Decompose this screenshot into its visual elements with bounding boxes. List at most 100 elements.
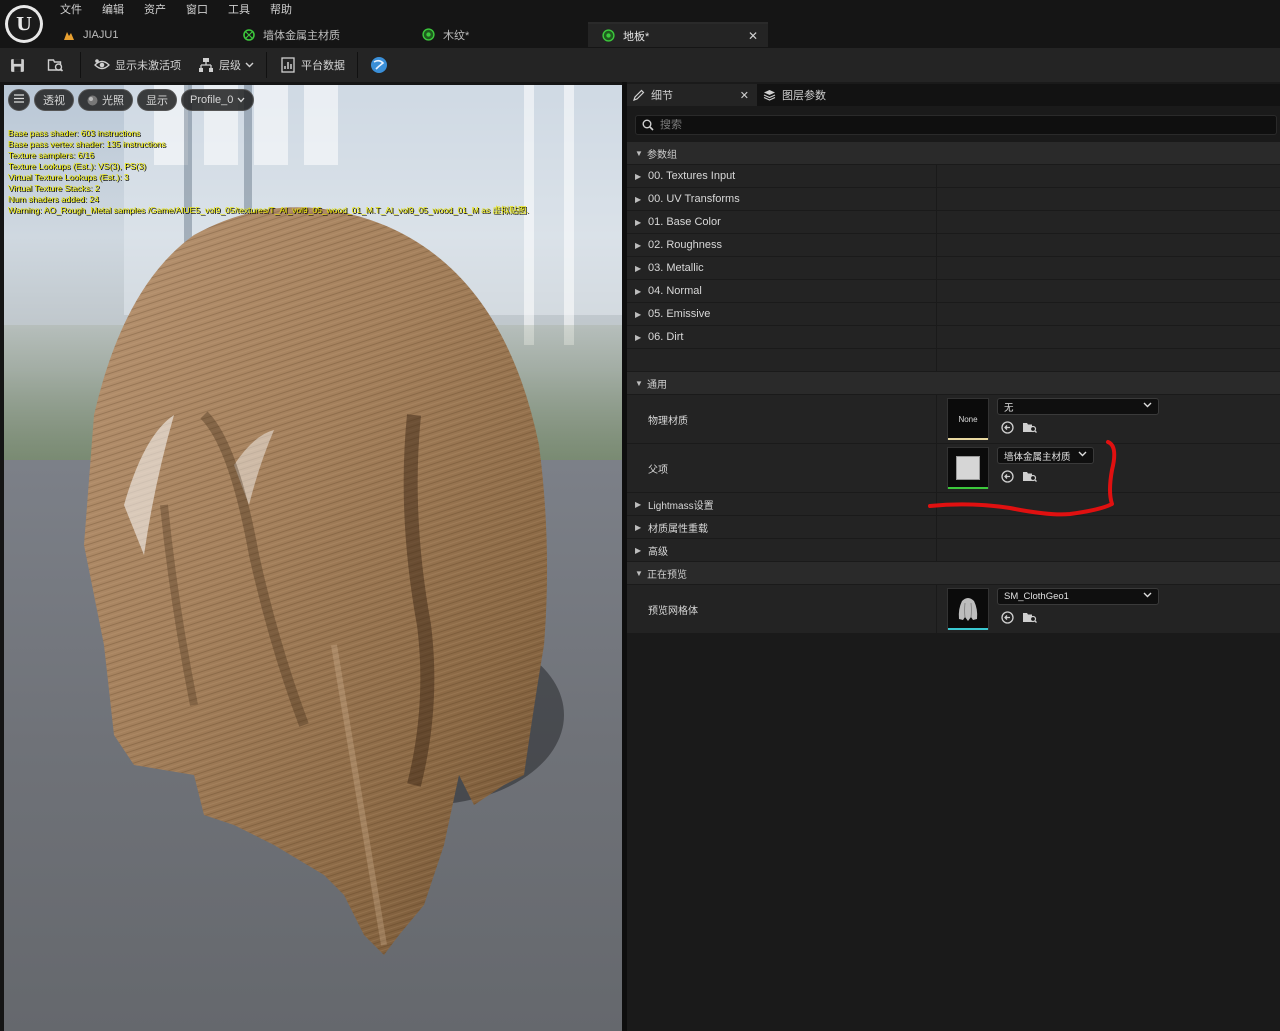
eye-icon: [93, 56, 111, 74]
parent-material-combo[interactable]: 墙体金属主材质: [997, 447, 1094, 464]
browse-asset-icon[interactable]: [1021, 468, 1037, 484]
menu-tools[interactable]: 工具: [218, 2, 260, 18]
param-group-label: 01. Base Color: [648, 216, 721, 228]
menu-asset[interactable]: 资产: [134, 2, 176, 18]
hierarchy-button[interactable]: 层级: [189, 51, 262, 79]
category-previewing[interactable]: ▼ 正在预览: [627, 562, 1280, 585]
category-parameter-groups[interactable]: ▼ 参数组: [627, 142, 1280, 165]
show-flags-button[interactable]: 显示: [137, 89, 177, 111]
menu-edit[interactable]: 编辑: [92, 2, 134, 18]
chevron-down-icon: [1143, 400, 1152, 411]
override-label: 材质属性重载: [648, 523, 708, 535]
physical-material-combo[interactable]: 无: [997, 398, 1159, 415]
unreal-logo-icon[interactable]: U: [5, 5, 43, 43]
collapsed-arrow-icon: ▶: [635, 171, 642, 181]
collapsed-arrow-icon: ▶: [635, 194, 642, 204]
tab-details[interactable]: 细节 ✕: [627, 84, 757, 106]
hamburger-icon: [14, 94, 24, 106]
physical-material-label: 物理材质: [648, 415, 688, 427]
stats-line: Texture Lookups (Est.): VS(3), PS(3): [8, 161, 146, 171]
stats-line: Base pass vertex shader: 135 instruction…: [8, 139, 166, 149]
browse-asset-icon[interactable]: [1021, 609, 1037, 625]
browse-button[interactable]: [38, 51, 76, 79]
tab-jiaju1[interactable]: JIAJU1: [48, 22, 228, 47]
tab-floor[interactable]: 地板* ✕: [588, 22, 768, 47]
use-selected-icon[interactable]: [999, 419, 1015, 435]
toolbar: 显示未激活项 层级 平台数据: [0, 48, 1280, 82]
viewport-controls: 透视 光照 显示 Profile_0: [8, 89, 255, 111]
parent-material-swatch: [956, 456, 980, 480]
lightmass-label: Lightmass设置: [648, 500, 714, 512]
wood-grain-texture: [84, 207, 548, 955]
lit-mode-button[interactable]: 光照: [78, 89, 133, 111]
chevron-down-icon: [1078, 449, 1087, 460]
layers-icon: [763, 89, 776, 101]
browse-asset-icon[interactable]: [1021, 419, 1037, 435]
param-group-label: 00. UV Transforms: [648, 193, 740, 205]
tab-label: 地板*: [623, 30, 650, 43]
save-button[interactable]: [0, 51, 38, 79]
param-group-row[interactable]: ▶ 00. Textures Input: [627, 165, 1280, 188]
menu-window[interactable]: 窗口: [176, 2, 218, 18]
search-input[interactable]: [660, 119, 1220, 131]
menu-help[interactable]: 帮助: [260, 2, 302, 18]
parent-material-thumbnail[interactable]: [947, 447, 989, 489]
tab-wood-grain[interactable]: 木纹*: [408, 22, 588, 47]
property-rows: ▼ 参数组 ▶ 00. Textures Input ▶ 00. UV Transf…: [627, 142, 1280, 634]
preview-mesh-combo[interactable]: SM_ClothGeo1: [997, 588, 1159, 605]
close-icon[interactable]: ✕: [748, 29, 758, 43]
collapsed-arrow-icon: ▶: [635, 522, 642, 532]
profile-dropdown[interactable]: Profile_0: [181, 89, 255, 111]
param-group-row[interactable]: ▶ 06. Dirt: [627, 326, 1280, 349]
collapsed-arrow-icon: ▶: [635, 286, 642, 296]
perspective-button[interactable]: 透视: [34, 89, 74, 111]
expanded-arrow-icon: ▼: [635, 378, 643, 388]
category-label: 参数组: [647, 149, 677, 161]
material-property-override-row[interactable]: ▶ 材质属性重载: [627, 516, 1280, 539]
viewport-menu-button[interactable]: [8, 89, 30, 111]
param-group-label: 06. Dirt: [648, 331, 684, 343]
param-group-row[interactable]: ▶ 05. Emissive: [627, 303, 1280, 326]
preview-mesh-label: 预览网格体: [648, 605, 698, 617]
physical-material-thumbnail[interactable]: None: [947, 398, 989, 440]
param-group-row[interactable]: ▶ 01. Base Color: [627, 211, 1280, 234]
chevron-down-icon: [1143, 590, 1152, 601]
category-label: 通用: [647, 379, 667, 391]
search-box[interactable]: [635, 115, 1277, 135]
param-group-row[interactable]: ▶ 04. Normal: [627, 280, 1280, 303]
cloth-preview-mesh: [84, 207, 564, 955]
stats-line: Virtual Texture Lookups (Est.): 3: [8, 172, 129, 182]
tab-wall-metal-master[interactable]: 墙体金属主材质: [228, 22, 408, 47]
preview-settings-button[interactable]: [362, 51, 400, 79]
platform-stats-icon: [279, 56, 297, 74]
menu-file[interactable]: 文件: [50, 2, 92, 18]
collapsed-arrow-icon: ▶: [635, 240, 642, 250]
toolbar-separator: [266, 52, 267, 78]
lightmass-settings-row[interactable]: ▶ Lightmass设置: [627, 493, 1280, 516]
save-icon: [8, 56, 26, 74]
platform-stats-button[interactable]: 平台数据: [271, 51, 353, 79]
lit-mode-label: 光照: [102, 95, 124, 107]
param-group-row[interactable]: ▶ 00. UV Transforms: [627, 188, 1280, 211]
preview-mesh-thumbnail[interactable]: [947, 588, 989, 630]
collapsed-arrow-icon: ▶: [635, 263, 642, 273]
param-group-row[interactable]: ▶ 03. Metallic: [627, 257, 1280, 280]
use-selected-icon[interactable]: [999, 609, 1015, 625]
show-inactive-button[interactable]: 显示未激活项: [85, 51, 189, 79]
tab-label: 木纹*: [443, 29, 470, 42]
parent-material-value: 墙体金属主材质: [1004, 451, 1071, 463]
material-preview-viewport[interactable]: 透视 光照 显示 Profile_0 Base pass shader: 603…: [4, 85, 622, 1031]
material-instance-icon: [422, 28, 435, 41]
cloth-mesh-icon: [958, 598, 978, 621]
collapsed-arrow-icon: ▶: [635, 217, 642, 227]
tab-details-label: 细节: [651, 90, 673, 102]
category-general[interactable]: ▼ 通用: [627, 372, 1280, 395]
main-menu: 文件 编辑 资产 窗口 工具 帮助: [50, 2, 302, 18]
param-group-row[interactable]: ▶ 02. Roughness: [627, 234, 1280, 257]
panel-tabs: 细节 ✕ 图层参数: [627, 84, 1280, 106]
close-icon[interactable]: ✕: [740, 89, 749, 102]
search-row: [627, 110, 1280, 140]
tab-layer-parameters[interactable]: 图层参数: [757, 84, 834, 106]
use-selected-icon[interactable]: [999, 468, 1015, 484]
advanced-row[interactable]: ▶ 高级: [627, 539, 1280, 562]
